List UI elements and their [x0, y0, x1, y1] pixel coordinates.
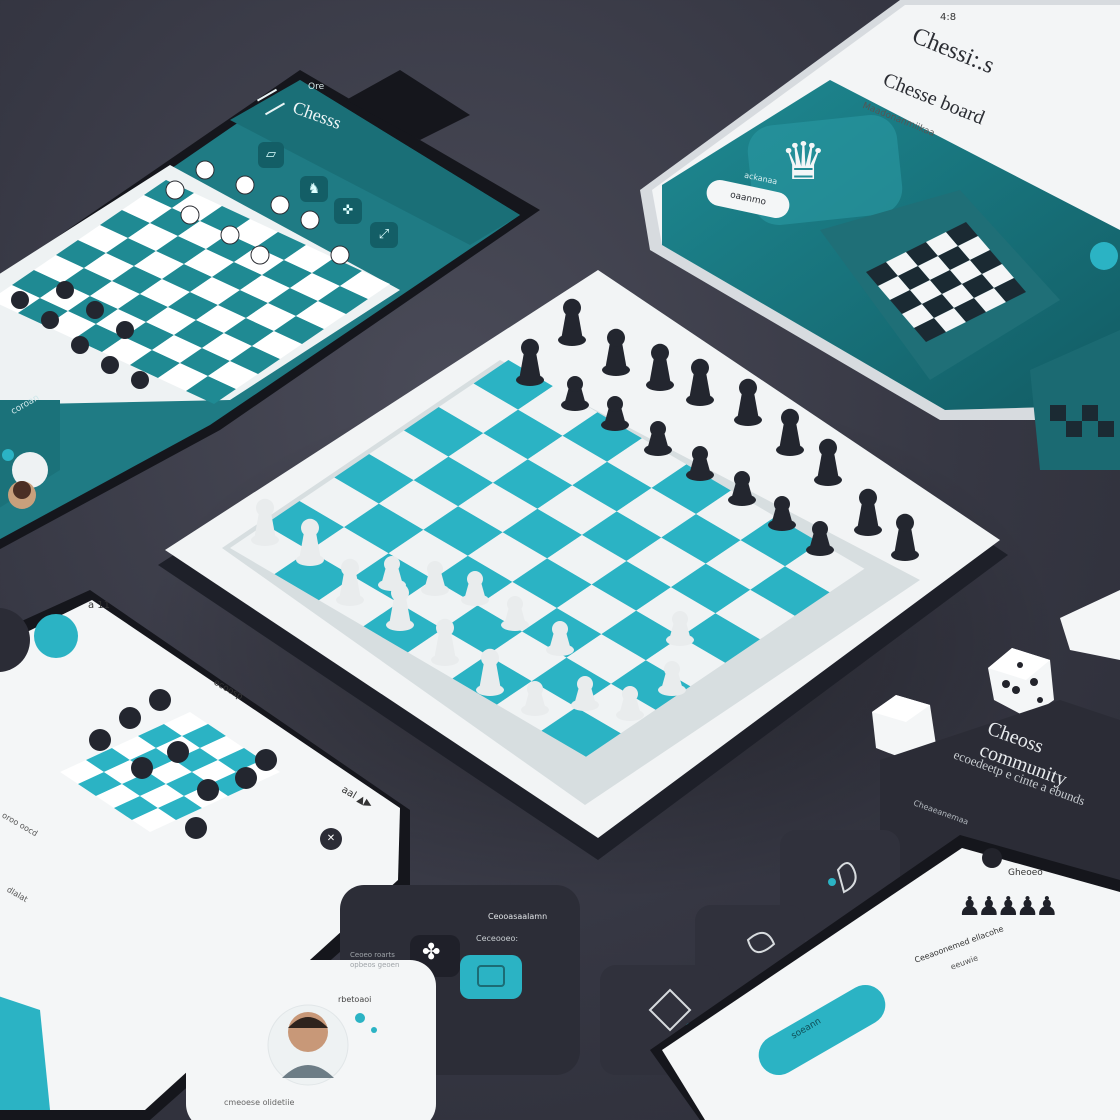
phone-header: Gheoeo: [1008, 868, 1043, 878]
team-icon: ♟♟♟♟♟: [958, 892, 1059, 922]
bottom-right-area: [600, 590, 1120, 1120]
